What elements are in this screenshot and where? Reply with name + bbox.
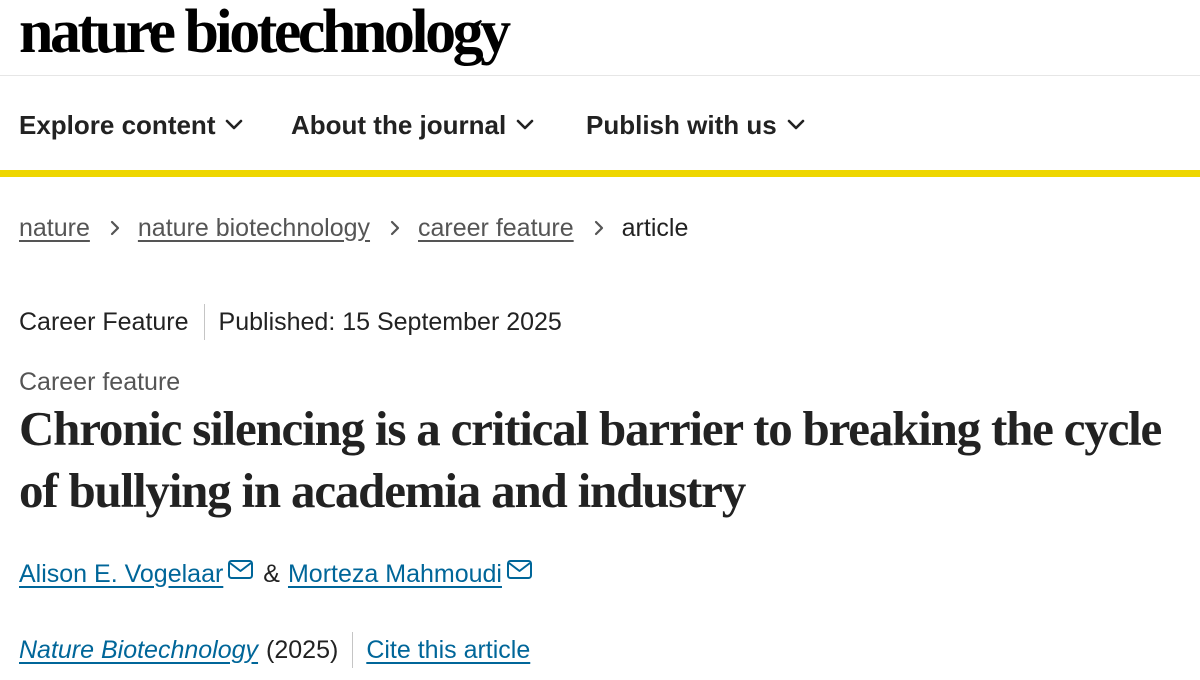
- chevron-right-icon: [110, 220, 119, 236]
- nav-label: Publish with us: [586, 109, 777, 140]
- chevron-down-icon: [787, 119, 804, 130]
- masthead: nature biotechnology: [0, 0, 1200, 76]
- author-link[interactable]: Morteza Mahmoudi: [288, 560, 502, 589]
- chevron-down-icon: [226, 119, 243, 130]
- publication-year: (2025): [266, 635, 339, 664]
- publish-date: Published: 15 September 2025: [218, 307, 562, 336]
- main-nav: Explore content About the journal Publis…: [0, 77, 1200, 177]
- breadcrumb-link-nature-biotechnology[interactable]: nature biotechnology: [138, 214, 370, 243]
- chevron-right-icon: [390, 220, 400, 236]
- breadcrumb: nature nature biotechnology career featu…: [19, 210, 688, 246]
- nav-publish-with-us[interactable]: Publish with us: [586, 107, 805, 143]
- author-list: Alison E. Vogelaar & Morteza Mahmoudi: [19, 556, 533, 592]
- breadcrumb-link-career-feature[interactable]: career feature: [418, 214, 574, 243]
- breadcrumb-current: article: [621, 213, 689, 242]
- envelope-icon[interactable]: [227, 559, 254, 580]
- nav-label: About the journal: [291, 109, 507, 140]
- cite-divider: [352, 632, 354, 668]
- nav-label: Explore content: [19, 109, 216, 140]
- article-meta: Career Feature Published: 15 September 2…: [19, 304, 562, 340]
- chevron-right-icon: [594, 220, 603, 236]
- nav-explore-content[interactable]: Explore content: [19, 107, 243, 143]
- breadcrumb-link-nature[interactable]: nature: [19, 214, 90, 243]
- chevron-down-icon: [516, 119, 534, 130]
- author-separator: &: [263, 559, 280, 588]
- author-link[interactable]: Alison E. Vogelaar: [19, 560, 223, 589]
- journal-link[interactable]: Nature Biotechnology: [19, 636, 258, 665]
- journal-logo[interactable]: nature biotechnology: [19, 0, 511, 70]
- article-kicker: Career feature: [19, 368, 181, 396]
- article-type: Career Feature: [19, 307, 189, 336]
- cite-article-link[interactable]: Cite this article: [366, 636, 530, 665]
- nav-about-journal[interactable]: About the journal: [291, 107, 534, 143]
- meta-divider: [203, 304, 205, 340]
- envelope-icon[interactable]: [506, 559, 533, 580]
- article-title: Chronic silencing is a critical barrier …: [19, 401, 1162, 518]
- citation-line: Nature Biotechnology (2025) Cite this ar…: [19, 632, 530, 668]
